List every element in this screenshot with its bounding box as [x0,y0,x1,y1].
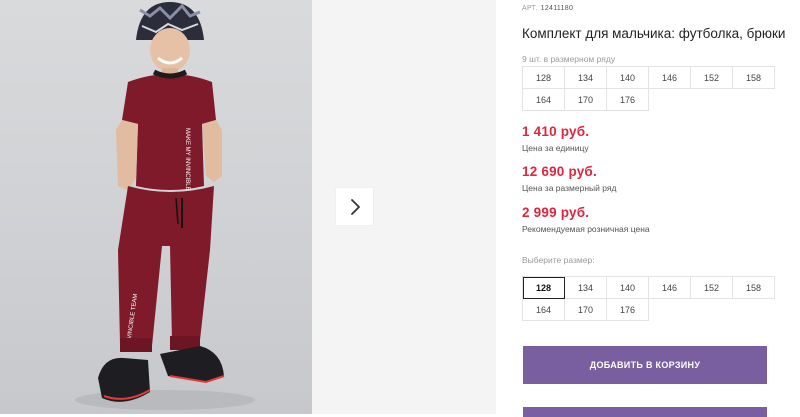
pack-size-cell: 134 [565,67,607,89]
size-option[interactable]: 170 [565,299,607,321]
product-title: Комплект для мальчика: футболка, брюки [522,26,786,41]
pack-size-cell: 164 [523,89,565,111]
size-option[interactable]: 134 [565,277,607,299]
size-option[interactable]: 176 [607,299,649,321]
secondary-action-button[interactable] [523,407,767,417]
pack-size-grid: 128 134 140 146 152 158 164 170 176 [522,66,775,111]
size-option[interactable]: 164 [523,299,565,321]
size-option-selected[interactable]: 128 [523,277,565,299]
pack-size-cell: 146 [649,67,691,89]
shirt-print-text: MAKE MY INVINCIBLE [184,128,190,191]
size-option[interactable]: 146 [649,277,691,299]
article-number: АРТ. 12411180 [522,5,573,12]
pack-size-cell: 152 [691,67,733,89]
pack-size-cell: 158 [733,67,775,89]
product-photo[interactable]: MAKE MY INVINCIBLE INVINCIBLE TEAM [0,0,312,414]
retail-price-label: Рекомендуемая розничная цена [522,224,650,234]
add-to-cart-button[interactable]: ДОБАВИТЬ В КОРЗИНУ [523,346,767,384]
pack-price: 12 690 руб. [522,164,597,179]
size-selector: 128 134 140 146 152 158 164 170 176 [522,276,775,321]
pack-size-cell: 170 [565,89,607,111]
choose-size-label: Выберите размер: [522,255,595,265]
boy-outfit-illustration: MAKE MY INVINCIBLE INVINCIBLE TEAM [75,2,255,410]
pack-price-label: Цена за размерный ряд [522,183,617,193]
size-option[interactable]: 158 [733,277,775,299]
pack-size-cell: 140 [607,67,649,89]
retail-price: 2 999 руб. [522,205,590,220]
size-option[interactable]: 152 [691,277,733,299]
size-option[interactable]: 140 [607,277,649,299]
article-value: 12411180 [540,5,574,12]
unit-price-label: Цена за единицу [522,143,589,153]
unit-price: 1 410 руб. [522,124,590,139]
pack-size-cell: 128 [523,67,565,89]
pack-quantity-note: 9 шт. в размерном ряду [522,54,616,64]
article-label: АРТ. [522,5,538,12]
pack-size-cell: 176 [607,89,649,111]
gallery-next-button[interactable] [336,188,373,225]
chevron-right-icon [350,198,360,215]
product-gallery: MAKE MY INVINCIBLE INVINCIBLE TEAM [0,0,496,414]
